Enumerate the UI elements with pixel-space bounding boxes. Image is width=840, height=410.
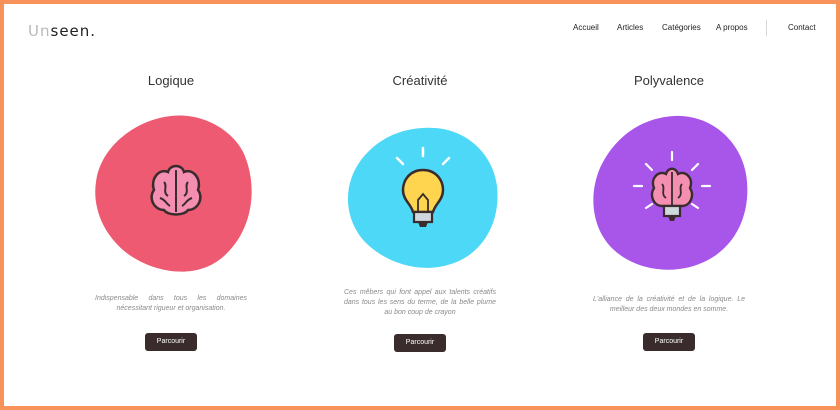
card-title: Logique xyxy=(147,73,195,88)
nav-categories[interactable]: Catégories xyxy=(662,23,701,32)
parcourir-button[interactable]: Parcourir xyxy=(145,333,197,351)
blob-shape xyxy=(347,127,498,268)
parcourir-button[interactable]: Parcourir xyxy=(643,333,695,351)
blob-shape xyxy=(95,115,252,272)
nav-a-propos[interactable]: A propos xyxy=(716,23,748,32)
card-description: Indispensable dans tous les domaines néc… xyxy=(95,295,247,312)
nav-contact[interactable]: Contact xyxy=(788,23,816,32)
card-title: Créativité xyxy=(392,73,448,88)
card-description: L'alliance de la créativité et de la log… xyxy=(593,296,745,313)
nav-divider xyxy=(766,20,767,36)
parcourir-button[interactable]: Parcourir xyxy=(394,334,446,352)
blob-shape xyxy=(593,115,748,270)
brain-icon xyxy=(150,164,202,216)
card-description: Ces mêbers qui font appel aux talents cr… xyxy=(344,289,496,316)
page: Unseen. Accueil Articles Catégories A pr… xyxy=(4,4,836,406)
main-nav: Accueil Articles Catégories A propos Con… xyxy=(4,20,836,43)
card-title: Polyvalence xyxy=(633,73,705,88)
nav-accueil[interactable]: Accueil xyxy=(573,23,599,32)
nav-articles[interactable]: Articles xyxy=(617,23,643,32)
